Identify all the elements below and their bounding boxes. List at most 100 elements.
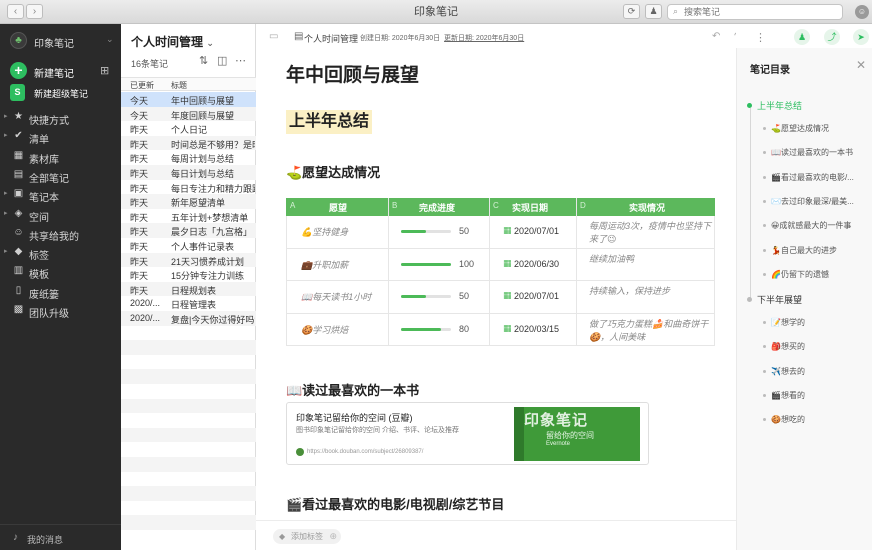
- share-icon[interactable]: ⤴: [824, 29, 840, 45]
- sidebar-item-team[interactable]: ▩ 团队升级: [0, 301, 121, 320]
- toc-item[interactable]: ✉️去过印象最深/最美...: [763, 196, 869, 207]
- account-avatar[interactable]: ☺: [855, 5, 869, 19]
- template-grid-icon[interactable]: ⊞: [100, 64, 109, 77]
- col-title[interactable]: 标题: [171, 80, 187, 91]
- sync-icon[interactable]: ⟳: [623, 4, 640, 19]
- share-user-icon[interactable]: ♟: [794, 29, 810, 45]
- new-note-button[interactable]: + 新建笔记 ⊞: [10, 62, 118, 80]
- toc-item-first-half[interactable]: 上半年总结: [747, 99, 802, 112]
- toc-dot: [763, 369, 766, 373]
- wish-cell[interactable]: 📖每天读书1小时: [301, 290, 371, 303]
- more-icon[interactable]: ⋯: [235, 54, 246, 67]
- sidebar-item-trash[interactable]: ▯ 废纸篓: [0, 282, 121, 301]
- view-toggle-icon[interactable]: ◫: [217, 54, 227, 67]
- douban-icon: [296, 448, 304, 456]
- more-actions-icon[interactable]: ⋮: [755, 31, 766, 44]
- col-date[interactable]: 实现日期: [512, 201, 548, 214]
- redo-icon[interactable]: ↷: [734, 31, 736, 42]
- add-tag-button[interactable]: ◆ 添加标签 ⊕: [273, 529, 341, 544]
- toc-item[interactable]: 📝想学的: [763, 317, 869, 328]
- close-icon[interactable]: ✕: [856, 58, 866, 72]
- note-list-row[interactable]: 昨天 15分钟专注力训练: [121, 267, 256, 282]
- note-title[interactable]: 年中回顾与展望: [286, 60, 419, 87]
- heading-movie[interactable]: 🎬看过最喜欢的电影/电视剧/综艺节目: [286, 494, 504, 513]
- note-list-row[interactable]: 今天 年中回顾与展望: [121, 92, 256, 107]
- note-list-row[interactable]: 昨天 日程规划表: [121, 281, 256, 297]
- book-card-url[interactable]: https://book.douban.com/subject/26809387…: [307, 449, 423, 455]
- section-heading-first-half[interactable]: 上半年总结: [286, 110, 373, 134]
- sidebar-item-tag[interactable]: ▸ ◆ 标签: [0, 243, 121, 262]
- wish-cell[interactable]: 🍪学习烘焙: [301, 323, 348, 336]
- sidebar-item-space[interactable]: ▸ ◈ 空间: [0, 205, 121, 224]
- new-super-note-button[interactable]: S 新建超级笔记: [10, 84, 118, 102]
- note-list-row[interactable]: 昨天 每日计划与总结: [121, 165, 256, 180]
- status-cell[interactable]: 继续加油鸭: [589, 253, 713, 266]
- undo-icon[interactable]: ↶: [712, 31, 720, 42]
- toc-item[interactable]: 📖读过最喜欢的一本书: [763, 147, 869, 158]
- sidebar-item-material[interactable]: ▦ 素材库: [0, 147, 121, 166]
- search-input[interactable]: [684, 6, 834, 18]
- sidebar-item-checklist[interactable]: ▸ ✔ 清单: [0, 127, 121, 146]
- toc-item[interactable]: 🌈仍留下的遗憾: [763, 269, 869, 280]
- heading-wishes[interactable]: ⛳愿望达成情况: [286, 162, 380, 181]
- note-list-row[interactable]: 昨天 个人事件记录表: [121, 238, 256, 253]
- heading-book[interactable]: 📖读过最喜欢的一本书: [286, 380, 419, 399]
- sidebar-item-notebook[interactable]: ▸ ▣ 笔记本: [0, 185, 121, 204]
- sidebar-item-star[interactable]: ▸ ★ 快捷方式: [0, 108, 121, 127]
- sidebar-item-shared[interactable]: ☺ 共享给我的: [0, 224, 121, 243]
- note-list-row[interactable]: 昨天 21天习惯养成计划: [121, 252, 256, 268]
- book-link-card[interactable]: 印象笔记留给你的空间 (豆瓣) 图书印象笔记留给你的空间 介绍、书评、论坛及推荐…: [286, 402, 649, 465]
- sort-icon[interactable]: ⇅: [199, 54, 208, 67]
- col-updated[interactable]: 已更新: [130, 80, 154, 91]
- toc-item[interactable]: ✈️想去的: [763, 366, 869, 377]
- note-list-row[interactable]: 昨天 时间总是不够用？是时候...: [121, 135, 256, 151]
- wish-cell[interactable]: 💼升职加薪: [301, 258, 348, 271]
- sidebar-item-label: 空间: [29, 212, 49, 224]
- note-list-row[interactable]: 昨天 晨夕日志「九宫格」: [121, 223, 256, 238]
- reminder-icon[interactable]: ♟: [645, 4, 662, 19]
- toc-item[interactable]: 🎒想买的: [763, 341, 869, 352]
- note-list-row[interactable]: 昨天 五年计划+梦想清单: [121, 209, 256, 224]
- toc-item[interactable]: 🍪想吃的: [763, 414, 869, 425]
- col-status[interactable]: 实现情况: [629, 201, 665, 214]
- col-progress[interactable]: 完成进度: [419, 201, 455, 214]
- note-list-row[interactable]: 昨天 每日专注力和精力跟踪表: [121, 180, 256, 195]
- status-cell[interactable]: 每周运动3次，疫情中也坚持下来了😉: [589, 220, 713, 246]
- toc-item[interactable]: 🎬想看的: [763, 390, 869, 401]
- account-switcher[interactable]: ♣ 印象笔记 ⌄: [10, 32, 118, 50]
- book-card-title[interactable]: 印象笔记留给你的空间 (豆瓣): [296, 411, 413, 424]
- expand-icon[interactable]: ▭: [269, 31, 278, 42]
- date-cell[interactable]: 2020/07/01: [514, 226, 559, 236]
- search-box[interactable]: ⌕: [667, 4, 843, 20]
- expand-arrow-icon[interactable]: ▸: [4, 131, 8, 139]
- toc-item[interactable]: 😀成就感最大的一件事: [763, 220, 869, 231]
- my-messages[interactable]: ♪ 我的消息: [0, 524, 121, 550]
- sidebar-item-template[interactable]: ▥ 模板: [0, 262, 121, 281]
- toc-item[interactable]: 🎬看过最喜欢的电影/...: [763, 172, 869, 183]
- expand-arrow-icon[interactable]: ▸: [4, 209, 8, 217]
- date-cell[interactable]: 2020/07/01: [514, 291, 559, 301]
- toc-item[interactable]: ⛳愿望达成情况: [763, 123, 869, 134]
- col-wish[interactable]: 愿望: [329, 201, 347, 214]
- note-list-row[interactable]: 2020/... 复盘|今天你过得好吗?: [121, 311, 256, 326]
- toc-item[interactable]: 💃自己最大的进步: [763, 245, 869, 256]
- toc-item-second-half[interactable]: 下半年展望: [747, 293, 802, 306]
- note-list-row[interactable]: 昨天 新年愿望清单: [121, 194, 256, 209]
- note-list-row[interactable]: 2020/... 日程管理表: [121, 296, 256, 311]
- send-icon[interactable]: ➤: [853, 29, 869, 45]
- expand-arrow-icon[interactable]: ▸: [4, 189, 8, 197]
- expand-arrow-icon[interactable]: ▸: [4, 247, 8, 255]
- date-cell[interactable]: 2020/03/15: [514, 324, 559, 334]
- notebook-title[interactable]: 个人时间管理 ⌄: [131, 33, 214, 50]
- note-list-row[interactable]: 昨天 个人日记: [121, 121, 256, 136]
- status-cell[interactable]: 做了巧克力蛋糕🍰和曲奇饼干🍪，人间美味: [589, 318, 713, 344]
- date-cell[interactable]: 2020/06/30: [514, 259, 559, 269]
- expand-arrow-icon[interactable]: ▸: [4, 112, 8, 120]
- status-cell[interactable]: 持续输入，保持进步: [589, 285, 713, 298]
- sidebar-item-notes[interactable]: ▤ 全部笔记: [0, 166, 121, 185]
- note-list-row[interactable]: 昨天 每周计划与总结: [121, 150, 256, 165]
- wish-cell[interactable]: 💪坚持健身: [301, 225, 348, 238]
- note-list-row[interactable]: 今天 年度回顾与展望: [121, 106, 256, 122]
- toc-dot: [763, 345, 766, 349]
- editor-notebook-name[interactable]: 个人时间管理: [304, 32, 358, 45]
